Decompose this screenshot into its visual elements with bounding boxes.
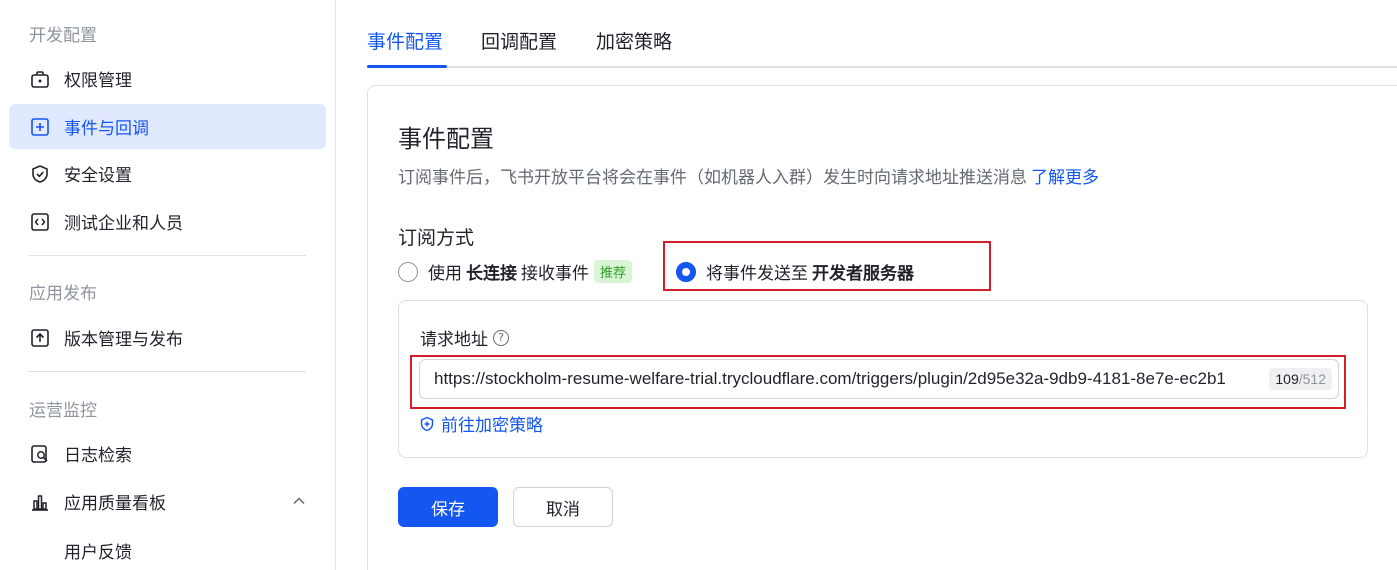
sidebar-item-quality-board[interactable]: 应用质量看板 bbox=[9, 479, 326, 524]
radio-long-connection[interactable]: 使用 长连接 接收事件 推荐 bbox=[398, 259, 633, 284]
highlight-box-request-url bbox=[410, 355, 1346, 409]
help-icon[interactable]: ? bbox=[493, 329, 509, 346]
tab-active-indicator bbox=[367, 65, 447, 68]
bar-chart-icon bbox=[29, 491, 51, 513]
permission-icon bbox=[29, 68, 51, 90]
request-url-label: 请求地址 ? bbox=[420, 325, 509, 350]
chevron-up-icon[interactable] bbox=[292, 493, 306, 513]
option-text: 使用 bbox=[428, 264, 462, 284]
encrypt-link-text: 前往加密策略 bbox=[441, 416, 543, 436]
field-label-text: 请求地址 bbox=[420, 330, 488, 350]
tab-callback-config[interactable]: 回调配置 bbox=[481, 27, 557, 54]
sidebar-item-label: 安全设置 bbox=[64, 166, 132, 186]
card-title: 事件配置 bbox=[398, 125, 494, 153]
upload-icon bbox=[29, 327, 51, 349]
sidebar-divider bbox=[29, 371, 306, 372]
subscription-label: 订阅方式 bbox=[398, 227, 475, 249]
event-config-card: 事件配置 订阅事件后，飞书开放平台将会在事件（如机器人入群）发生时向请求地址推送… bbox=[367, 85, 1397, 570]
encrypt-policy-link[interactable]: 前往加密策略 bbox=[419, 411, 543, 436]
sidebar-item-label: 事件与回调 bbox=[64, 119, 149, 139]
sidebar-item-label: 应用质量看板 bbox=[64, 494, 166, 514]
tab-event-config[interactable]: 事件配置 bbox=[367, 27, 447, 68]
save-button[interactable]: 保存 bbox=[398, 487, 498, 527]
recommended-badge: 推荐 bbox=[594, 260, 633, 283]
sidebar-item-versions[interactable]: 版本管理与发布 bbox=[9, 315, 326, 360]
card-description: 订阅事件后，飞书开放平台将会在事件（如机器人入群）发生时向请求地址推送消息 了解更… bbox=[398, 163, 1099, 188]
sidebar-item-label: 版本管理与发布 bbox=[64, 330, 183, 350]
learn-more-link[interactable]: 了解更多 bbox=[1031, 168, 1099, 188]
sidebar: 开发配置 权限管理 事件与回调 安全设置 测试企业和人员 应用发布 版本管理与发… bbox=[0, 0, 336, 570]
code-icon bbox=[29, 211, 51, 233]
option-bold-text: 长连接 bbox=[466, 264, 517, 284]
shield-icon bbox=[29, 163, 51, 185]
log-search-icon bbox=[29, 443, 51, 465]
cancel-button[interactable]: 取消 bbox=[513, 487, 613, 527]
sidebar-divider bbox=[29, 255, 306, 256]
sidebar-item-security[interactable]: 安全设置 bbox=[9, 151, 326, 196]
section-title-monitoring: 运营监控 bbox=[29, 401, 97, 421]
option-text: 接收事件 bbox=[521, 264, 589, 284]
event-icon bbox=[29, 116, 51, 138]
sidebar-subitem-feedback[interactable]: 用户反馈 bbox=[64, 538, 132, 563]
sidebar-item-label: 测试企业和人员 bbox=[64, 214, 183, 234]
shield-plus-icon bbox=[420, 416, 434, 431]
sidebar-item-log-search[interactable]: 日志检索 bbox=[9, 431, 326, 476]
sidebar-item-permissions[interactable]: 权限管理 bbox=[9, 56, 326, 101]
sidebar-item-label: 权限管理 bbox=[64, 71, 132, 91]
sidebar-item-events[interactable]: 事件与回调 bbox=[9, 104, 326, 149]
tab-label: 事件配置 bbox=[367, 31, 444, 53]
highlight-box-server-option bbox=[663, 241, 991, 291]
sidebar-item-test-tenants[interactable]: 测试企业和人员 bbox=[9, 199, 326, 244]
description-text: 订阅事件后，飞书开放平台将会在事件（如机器人入群）发生时向请求地址推送消息 bbox=[398, 168, 1027, 188]
tab-encrypt-policy[interactable]: 加密策略 bbox=[596, 27, 672, 54]
tab-bar: 事件配置 回调配置 加密策略 bbox=[367, 0, 1397, 68]
section-title-publish: 应用发布 bbox=[29, 284, 97, 304]
section-title-dev-config: 开发配置 bbox=[29, 26, 97, 46]
sidebar-item-label: 日志检索 bbox=[64, 446, 132, 466]
radio-unchecked-icon[interactable] bbox=[398, 261, 418, 282]
